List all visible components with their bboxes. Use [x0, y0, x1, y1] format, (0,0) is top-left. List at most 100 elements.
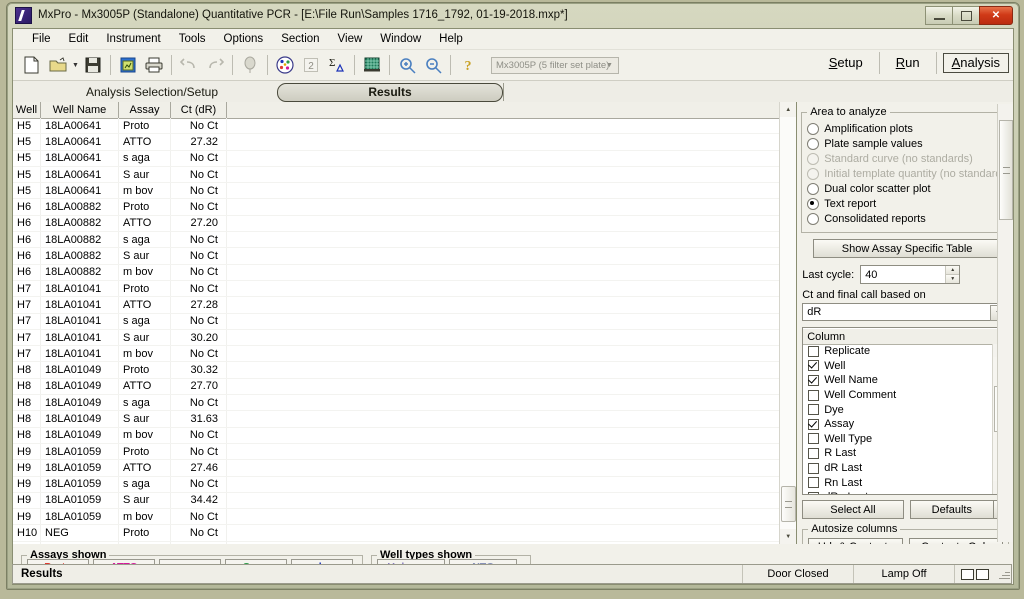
- tab-analysis-selection-setup[interactable]: Analysis Selection/Setup: [27, 84, 277, 101]
- table-row[interactable]: H9 18LA01059 ATTO 27.46: [13, 460, 781, 477]
- stepper-up-icon[interactable]: ▲: [946, 266, 960, 275]
- resize-grip-icon[interactable]: [997, 567, 1011, 581]
- column-header-well-name[interactable]: Well Name: [41, 102, 119, 118]
- cell-well: H5: [13, 134, 41, 150]
- table-row[interactable]: H7 18LA01041 S aur 30.20: [13, 329, 781, 347]
- column-checkbox-drn-last[interactable]: dRn Last: [803, 490, 993, 494]
- run-button[interactable]: Run: [886, 54, 930, 72]
- save-disk-icon[interactable]: [80, 53, 106, 77]
- table-row[interactable]: H10 NEG Proto No Ct: [13, 525, 781, 542]
- grid-body: H5 18LA00641 Proto No Ct H5 18LA00641 ATTO 27.3…: [13, 118, 781, 544]
- column-checkbox-dr-last[interactable]: dR Last: [803, 461, 993, 476]
- checkbox-icon: [808, 447, 820, 459]
- table-row[interactable]: H8 18LA01049 Proto 30.32: [13, 362, 781, 379]
- column-checkbox-well-type[interactable]: Well Type: [803, 432, 993, 447]
- column-header-ct-dr[interactable]: Ct (dR): [171, 102, 227, 118]
- cell-well-name: 18LA00641: [41, 134, 119, 150]
- plate-type-combo[interactable]: Mx3005P (5 filter set plate) ▼: [491, 56, 619, 74]
- table-row[interactable]: H8 18LA01049 s aga No Ct: [13, 395, 781, 412]
- zoom-in-icon[interactable]: [394, 53, 420, 77]
- options-panel-scrollbar[interactable]: [997, 104, 1013, 542]
- menu-options[interactable]: Options: [215, 31, 273, 47]
- radio-dual-color-scatter-plot[interactable]: Dual color scatter plot: [807, 182, 1011, 196]
- table-row[interactable]: H6 18LA00882 S aur No Ct: [13, 248, 781, 265]
- table-row[interactable]: H5 18LA00641 m bov No Ct: [13, 183, 781, 200]
- scrollbar-thumb[interactable]: [999, 120, 1013, 220]
- cell-ct: No Ct: [171, 118, 227, 134]
- table-row[interactable]: H5 18LA00641 ATTO 27.32: [13, 134, 781, 151]
- new-document-icon[interactable]: [19, 53, 45, 77]
- table-row[interactable]: H5 18LA00641 s aga No Ct: [13, 150, 781, 167]
- radio-label: Standard curve (no standards): [824, 153, 973, 165]
- table-row[interactable]: H7 18LA01041 Proto No Ct: [13, 280, 781, 298]
- grid-vertical-scrollbar[interactable]: ▲ ▼: [779, 102, 797, 544]
- table-row[interactable]: H9 18LA01059 S aur 34.42: [13, 492, 781, 510]
- column-checkbox-well-comment[interactable]: Well Comment: [803, 388, 993, 403]
- zoom-out-icon[interactable]: [420, 53, 446, 77]
- stepper-buttons[interactable]: ▲ ▼: [945, 266, 960, 283]
- column-checkbox-assay[interactable]: Assay: [803, 417, 993, 432]
- plate-grid-icon[interactable]: [359, 53, 385, 77]
- column-checkbox-replicate[interactable]: Replicate: [803, 344, 993, 359]
- sigma-delta-icon[interactable]: Σ: [324, 53, 350, 77]
- table-row[interactable]: H7 18LA01041 ATTO 27.28: [13, 297, 781, 314]
- plate-palette-icon[interactable]: [272, 53, 298, 77]
- open-dropdown-arrow[interactable]: ▼: [71, 53, 80, 77]
- radio-plate-sample-values[interactable]: Plate sample values: [807, 137, 1011, 151]
- menu-help[interactable]: Help: [430, 31, 472, 47]
- table-row[interactable]: H5 18LA00641 S aur No Ct: [13, 166, 781, 184]
- column-checkbox-well-name[interactable]: Well Name: [803, 373, 993, 388]
- minimize-button[interactable]: [925, 6, 953, 25]
- radio-amplification-plots[interactable]: Amplification plots: [807, 122, 1011, 136]
- maximize-button[interactable]: [952, 6, 980, 25]
- table-row[interactable]: H9 18LA01059 s aga No Ct: [13, 476, 781, 493]
- scroll-down-arrow[interactable]: ▼: [780, 529, 797, 544]
- chevron-down-icon: ▼: [606, 62, 613, 69]
- menu-file[interactable]: File: [23, 31, 60, 47]
- setup-button[interactable]: Setup: [819, 54, 873, 72]
- table-row[interactable]: H5 18LA00641 Proto No Ct: [13, 118, 781, 135]
- defaults-button[interactable]: Defaults: [909, 500, 994, 519]
- column-checkbox-rn-last[interactable]: Rn Last: [803, 475, 993, 490]
- radio-consolidated-reports[interactable]: Consolidated reports: [807, 212, 1011, 226]
- menu-section[interactable]: Section: [272, 31, 328, 47]
- column-checkbox-r-last[interactable]: R Last: [803, 446, 993, 461]
- table-row[interactable]: H8 18LA01049 ATTO 27.70: [13, 378, 781, 396]
- column-checkbox-well[interactable]: Well: [803, 359, 993, 374]
- stepper-down-icon[interactable]: ▼: [946, 275, 960, 283]
- table-row[interactable]: H9 18LA01059 Proto No Ct: [13, 443, 781, 461]
- table-row[interactable]: H8 18LA01049 m bov No Ct: [13, 427, 781, 444]
- table-row[interactable]: H6 18LA00882 s aga No Ct: [13, 232, 781, 249]
- help-question-icon[interactable]: ?: [455, 53, 481, 77]
- menu-window[interactable]: Window: [371, 31, 430, 47]
- menu-instrument[interactable]: Instrument: [97, 31, 169, 47]
- menu-view[interactable]: View: [329, 31, 372, 47]
- last-cycle-input[interactable]: [861, 266, 946, 283]
- checkbox-icon: [808, 404, 820, 416]
- tab-results[interactable]: Results: [277, 82, 503, 102]
- menu-edit[interactable]: Edit: [60, 31, 98, 47]
- print-icon[interactable]: [141, 53, 167, 77]
- report-window-icon[interactable]: [115, 53, 141, 77]
- table-row[interactable]: H8 18LA01049 S aur 31.63: [13, 411, 781, 428]
- column-header-assay[interactable]: Assay: [119, 102, 171, 118]
- last-cycle-stepper[interactable]: ▲ ▼: [860, 265, 961, 284]
- table-row[interactable]: H9 18LA01059 m bov No Ct: [13, 509, 781, 526]
- close-button[interactable]: ✕: [979, 6, 1013, 25]
- table-row[interactable]: H7 18LA01041 m bov No Ct: [13, 346, 781, 363]
- table-row[interactable]: H6 18LA00882 m bov No Ct: [13, 264, 781, 281]
- select-all-button[interactable]: Select All: [802, 500, 904, 519]
- analysis-button[interactable]: Analysis: [942, 53, 1009, 73]
- open-folder-icon[interactable]: [45, 53, 71, 77]
- scrollbar-thumb[interactable]: [781, 486, 797, 522]
- table-row[interactable]: H6 18LA00882 Proto No Ct: [13, 199, 781, 216]
- scroll-up-arrow[interactable]: ▲: [780, 102, 797, 117]
- table-row[interactable]: H7 18LA01041 s aga No Ct: [13, 313, 781, 330]
- table-row[interactable]: H6 18LA00882 ATTO 27.20: [13, 215, 781, 233]
- column-header-well[interactable]: Well: [13, 102, 41, 118]
- column-checkbox-dye[interactable]: Dye: [803, 402, 993, 417]
- show-assay-specific-table-button[interactable]: Show Assay Specific Table: [813, 239, 1001, 258]
- radio-text-report[interactable]: Text report: [807, 197, 1011, 211]
- ct-basis-combo[interactable]: dR ▼: [802, 303, 1009, 321]
- menu-tools[interactable]: Tools: [170, 31, 215, 47]
